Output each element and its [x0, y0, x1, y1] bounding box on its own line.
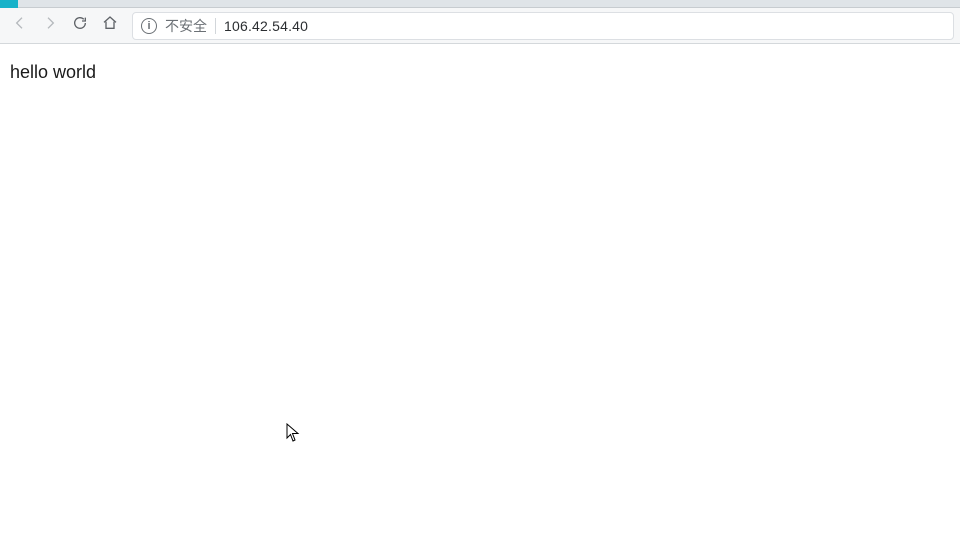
- page-content: hello world: [0, 44, 960, 101]
- back-button[interactable]: [6, 12, 34, 40]
- browser-toolbar: i 不安全 106.42.54.40: [0, 8, 960, 44]
- home-icon: [102, 15, 118, 36]
- forward-button[interactable]: [36, 12, 64, 40]
- tab-strip[interactable]: [0, 0, 960, 8]
- home-button[interactable]: [96, 12, 124, 40]
- page-body-text: hello world: [10, 62, 96, 82]
- omnibox-divider: [215, 18, 216, 34]
- back-arrow-icon: [12, 15, 28, 36]
- info-icon: i: [141, 18, 157, 34]
- mouse-cursor-icon: [286, 423, 300, 443]
- url-text: 106.42.54.40: [224, 18, 308, 34]
- reload-button[interactable]: [66, 12, 94, 40]
- security-label: 不安全: [165, 16, 207, 36]
- address-bar[interactable]: i 不安全 106.42.54.40: [132, 12, 954, 40]
- reload-icon: [72, 15, 88, 36]
- forward-arrow-icon: [42, 15, 58, 36]
- active-tab-indicator: [0, 0, 18, 8]
